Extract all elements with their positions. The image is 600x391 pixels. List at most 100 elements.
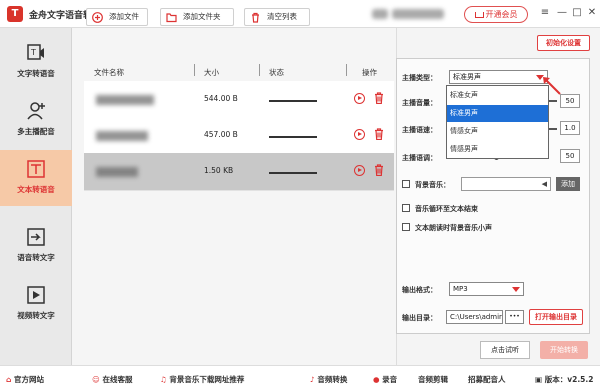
volume-label: 主播音量：: [402, 99, 437, 107]
dubbing-link[interactable]: 招募配音人: [468, 374, 506, 385]
table-row[interactable]: 457.00 B: [84, 117, 394, 155]
version-info: ▣ 版本：v2.5.2: [535, 374, 593, 385]
column-divider: [194, 64, 195, 76]
chevron-down-icon: [512, 287, 520, 292]
bgm-download-label: 背景音乐下载网址推荐: [169, 375, 245, 384]
sidebar: T 文字转语音 多主播配音 文本转语音 语音转文字 视频转文字: [0, 28, 72, 365]
version-label: 版本：v2.5.2: [544, 375, 594, 384]
voice-option[interactable]: 情感女声: [447, 123, 548, 140]
audio-convert-link[interactable]: ♪ 音频转换: [310, 374, 347, 385]
sidebar-item-label: 视频转文字: [17, 311, 55, 320]
loop-checkbox[interactable]: [402, 204, 410, 212]
audio-edit-link[interactable]: 音频剪辑: [418, 374, 448, 385]
bgm-checkbox[interactable]: [402, 180, 410, 188]
sidebar-item-speech-to-text[interactable]: 语音转文字: [0, 218, 72, 274]
add-file-button[interactable]: 添加文件: [86, 8, 148, 26]
mic-icon: ●: [373, 375, 380, 384]
format-value: MP3: [453, 285, 468, 293]
voice-type-select[interactable]: 标准男声: [449, 70, 548, 84]
sidebar-item-text-to-speech[interactable]: T 文字转语音: [0, 34, 72, 90]
table-row-selected[interactable]: 1.50 KB: [84, 153, 394, 191]
folder-icon: [166, 13, 177, 23]
status-bar: [269, 100, 317, 102]
vip-button[interactable]: 开通会员: [464, 6, 528, 23]
app-logo: T: [7, 6, 23, 22]
vip-label: 开通会员: [485, 10, 518, 19]
preview-button[interactable]: 点击试听: [480, 341, 530, 359]
sidebar-item-label: 文本转语音: [17, 185, 55, 194]
clear-list-label: 清空列表: [267, 12, 297, 21]
voice-option[interactable]: 情感男声: [447, 141, 548, 158]
minimize-icon[interactable]: —: [556, 7, 568, 19]
username-redacted[interactable]: [392, 9, 444, 19]
website-link[interactable]: ⌂ 官方网站: [6, 374, 44, 385]
plus-circle-icon: [92, 12, 103, 23]
maximize-icon[interactable]: □: [571, 7, 583, 19]
pitch-value[interactable]: 50: [560, 149, 580, 163]
pitch-label: 主播语调：: [402, 154, 437, 162]
browse-dir-button[interactable]: •••: [505, 310, 524, 324]
speed-value[interactable]: 1.0: [560, 121, 580, 135]
svg-text:T: T: [30, 48, 36, 57]
status-bar: ⌂ 官方网站 ☺ 在线客服 ♫ 背景音乐下载网址推荐 ♪ 音频转换 ● 录音 音…: [0, 365, 600, 391]
user-avatar-redacted[interactable]: [372, 9, 388, 19]
close-icon[interactable]: ✕: [586, 7, 598, 19]
dubbing-label: 招募配音人: [468, 375, 506, 384]
delete-icon[interactable]: [374, 128, 384, 140]
sidebar-item-video-to-text[interactable]: 视频转文字: [0, 276, 72, 332]
file-size: 457.00 B: [204, 130, 238, 139]
file-size: 1.50 KB: [204, 166, 234, 175]
output-dir-field[interactable]: C:\Users\admir: [446, 310, 503, 324]
user-add-icon: [27, 102, 45, 120]
volume-slider-end[interactable]: [549, 100, 557, 102]
home-icon: ⌂: [6, 375, 12, 384]
bgm-file-field[interactable]: ◀: [461, 177, 551, 191]
file-name-redacted: [96, 167, 138, 177]
column-header-status: 状态: [269, 68, 284, 77]
play-icon[interactable]: [354, 129, 365, 140]
sidebar-item-doc-to-speech[interactable]: 文本转语音: [0, 150, 72, 206]
info-icon: ▣: [535, 375, 543, 384]
menu-icon[interactable]: ≡: [539, 7, 551, 19]
voice-option-highlighted[interactable]: 标准男声: [447, 105, 548, 122]
support-link[interactable]: ☺ 在线客服: [92, 374, 132, 385]
convert-icon: ♪: [310, 375, 315, 384]
delete-icon[interactable]: [374, 164, 384, 176]
column-header-actions: 操作: [362, 68, 377, 77]
speech-to-text-icon: [27, 228, 45, 246]
delete-icon[interactable]: [374, 92, 384, 104]
voice-type-value: 标准男声: [453, 73, 481, 81]
duck-checkbox[interactable]: [402, 223, 410, 231]
format-select[interactable]: MP3: [449, 282, 524, 296]
sidebar-item-multi-voice[interactable]: 多主播配音: [0, 92, 72, 148]
sidebar-item-label: 文字转语音: [17, 69, 55, 78]
volume-value[interactable]: 50: [560, 94, 580, 108]
init-settings-button[interactable]: 初始化设置: [537, 35, 590, 51]
file-list-panel: [72, 28, 396, 365]
output-dir-label: 输出目录：: [402, 314, 437, 322]
open-output-dir-button[interactable]: 打开输出目录: [529, 309, 583, 325]
start-convert-button[interactable]: 开始转换: [540, 341, 588, 359]
add-file-label: 添加文件: [109, 12, 139, 21]
table-row[interactable]: 544.00 B: [84, 81, 394, 119]
play-icon[interactable]: [354, 93, 365, 104]
clear-list-button[interactable]: 清空列表: [244, 8, 310, 26]
audio-convert-label: 音频转换: [317, 375, 348, 384]
duck-label: 文本朗读时背景音乐小声: [415, 224, 492, 232]
crown-icon: [474, 11, 484, 18]
video-to-text-icon: [27, 286, 45, 304]
record-link[interactable]: ● 录音: [373, 374, 397, 385]
speed-label: 主播语速：: [402, 126, 437, 134]
column-header-size: 大小: [204, 68, 219, 77]
format-label: 输出格式：: [402, 286, 437, 294]
website-label: 官方网站: [14, 375, 44, 384]
bgm-download-link[interactable]: ♫ 背景音乐下载网址推荐: [160, 374, 244, 385]
status-bar: [269, 136, 317, 138]
sidebar-item-label: 多主播配音: [17, 127, 55, 136]
voice-option[interactable]: 标准女声: [447, 87, 548, 104]
add-folder-button[interactable]: 添加文件夹: [160, 8, 234, 26]
play-icon[interactable]: [354, 165, 365, 176]
bgm-add-button[interactable]: 添加: [556, 177, 580, 191]
speed-slider-end[interactable]: [549, 128, 557, 130]
file-name-redacted: [96, 131, 148, 141]
